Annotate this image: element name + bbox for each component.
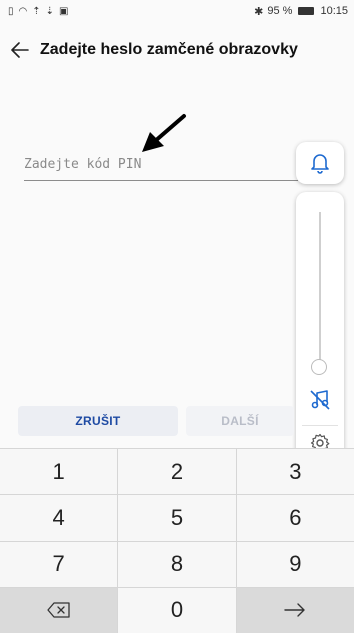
- key-4[interactable]: 4: [0, 495, 118, 541]
- volume-panel: [296, 192, 344, 466]
- cancel-button[interactable]: ZRUŠIT: [18, 406, 178, 436]
- bell-icon: [311, 154, 329, 174]
- next-button[interactable]: DALŠÍ: [186, 406, 294, 436]
- backspace-icon: [47, 602, 70, 619]
- key-3[interactable]: 3: [236, 449, 354, 495]
- bluetooth-icon: ✱: [254, 5, 264, 18]
- sim-icon: ▯: [8, 5, 14, 17]
- battery-icon: [298, 7, 315, 15]
- clock: 10:15: [320, 5, 348, 17]
- key-9[interactable]: 9: [236, 541, 354, 587]
- enter-key[interactable]: [236, 587, 354, 633]
- volume-slider-track[interactable]: [319, 212, 321, 362]
- arrow-left-icon: [11, 42, 29, 58]
- volume-panel-divider: [302, 425, 338, 426]
- app-bar: Zadejte heslo zamčené obrazovky: [0, 28, 354, 72]
- arrow-right-icon: [284, 603, 306, 618]
- download-icon: ⇣: [45, 5, 55, 17]
- status-bar: ▯ ◠ ⇡ ⇣ ▣ ✱ 95 % 10:15: [0, 0, 354, 22]
- backspace-key[interactable]: [0, 587, 118, 633]
- key-6[interactable]: 6: [236, 495, 354, 541]
- key-0[interactable]: 0: [118, 587, 236, 633]
- numeric-keypad: 1 2 3 4 5 6 7 8 9 0: [0, 448, 354, 633]
- key-8[interactable]: 8: [118, 541, 236, 587]
- status-icons-left: ▯ ◠ ⇡ ⇣ ▣: [0, 6, 68, 17]
- volume-ring-button[interactable]: [296, 142, 344, 184]
- battery-percent: 95 %: [267, 5, 293, 17]
- upload-icon: ⇡: [32, 5, 41, 17]
- volume-slider-thumb[interactable]: [311, 359, 327, 375]
- key-5[interactable]: 5: [118, 495, 236, 541]
- key-7[interactable]: 7: [0, 541, 118, 587]
- page-title: Zadejte heslo zamčené obrazovky: [40, 41, 298, 58]
- key-1[interactable]: 1: [0, 449, 118, 495]
- wifi-icon: ◠: [18, 5, 28, 17]
- key-2[interactable]: 2: [118, 449, 236, 495]
- back-button[interactable]: [0, 28, 40, 72]
- status-icons-right: ✱ 95 % 10:15: [254, 5, 354, 18]
- pin-input[interactable]: [24, 150, 298, 178]
- pin-field-container: [24, 150, 298, 181]
- app-notification-icon: ▣: [59, 5, 69, 17]
- mute-note-icon[interactable]: [308, 387, 332, 411]
